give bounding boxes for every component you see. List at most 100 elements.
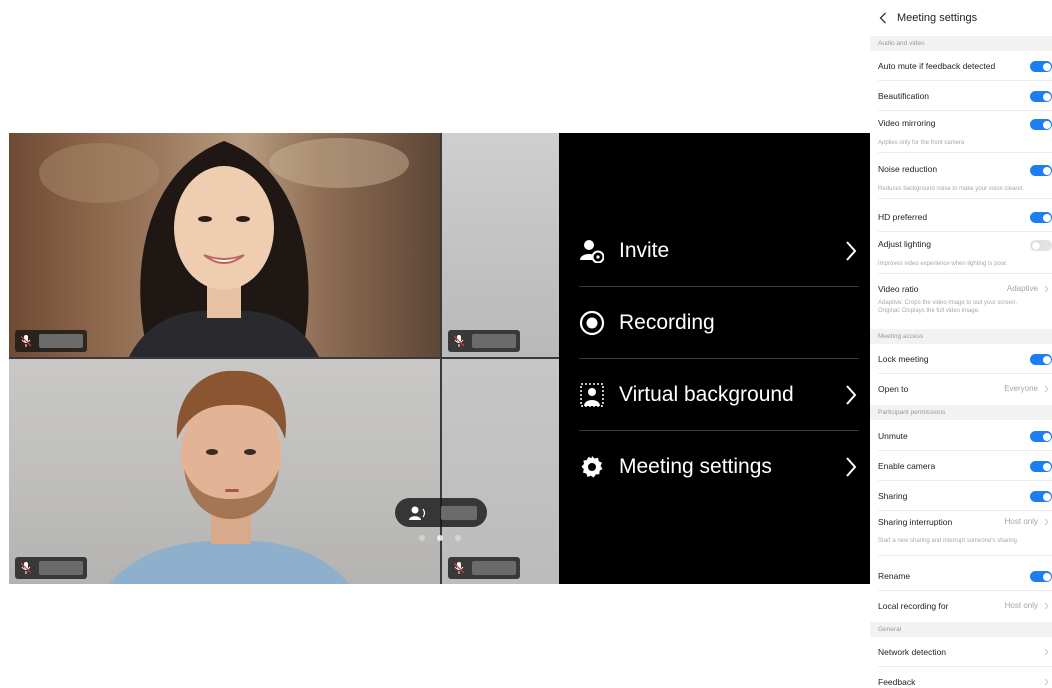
more-options-menu: Invite Recording Virtual background Meet… — [559, 133, 870, 584]
noise-reduction-toggle[interactable] — [1030, 165, 1052, 176]
video-mirroring-toggle[interactable] — [1030, 119, 1052, 130]
menu-item-label: Recording — [619, 310, 715, 334]
setting-description: Applies only for the front camera — [878, 140, 965, 146]
chevron-right-icon — [1044, 602, 1049, 610]
participant-photo — [39, 138, 409, 357]
chevron-right-icon — [1044, 648, 1049, 656]
menu-item-label: Invite — [619, 238, 670, 262]
setting-open-to[interactable]: Open to Everyone — [870, 374, 1052, 404]
speaker-name-redacted — [441, 505, 477, 520]
page-dot-active — [437, 535, 443, 541]
page-dot — [419, 535, 425, 541]
active-speaker-indicator — [395, 498, 487, 527]
page-title: Meeting settings — [897, 11, 978, 24]
participant-name-tag — [15, 557, 87, 579]
setting-sharing-interruption[interactable]: Sharing interruption Host only Start a n… — [870, 510, 1052, 556]
setting-value: Host only — [1004, 601, 1038, 610]
divider — [878, 152, 1052, 153]
divider — [878, 273, 1052, 274]
chevron-right-icon — [846, 384, 857, 405]
setting-sharing: Sharing — [870, 481, 1052, 511]
chevron-right-icon — [1044, 385, 1049, 393]
auto-mute-toggle[interactable] — [1030, 61, 1052, 72]
chevron-right-icon — [846, 457, 857, 477]
setting-auto-mute: Auto mute if feedback detected — [870, 51, 1052, 81]
setting-feedback[interactable]: Feedback — [870, 667, 1052, 688]
participant-name-tag — [448, 557, 520, 579]
setting-label: Auto mute if feedback detected — [878, 61, 996, 71]
setting-lock-meeting: Lock meeting — [870, 344, 1052, 374]
setting-local-recording[interactable]: Local recording for Host only — [870, 591, 1052, 621]
setting-label: Network detection — [878, 647, 947, 657]
setting-description: Improves video experience when lighting … — [878, 261, 1008, 267]
gear-icon — [579, 454, 605, 480]
mic-muted-icon — [454, 562, 464, 574]
participant-video-tile[interactable] — [442, 359, 559, 584]
chevron-right-icon — [1044, 518, 1049, 526]
setting-label: Enable camera — [878, 461, 936, 471]
setting-label: Feedback — [878, 677, 916, 687]
setting-hd-preferred: HD preferred — [870, 202, 1052, 232]
mic-muted-icon — [21, 335, 31, 347]
menu-item-meeting-settings[interactable]: Meeting settings — [579, 431, 859, 503]
mic-muted-icon — [21, 562, 31, 574]
setting-label: Beautification — [878, 91, 930, 101]
setting-rename: Rename — [870, 561, 1052, 591]
participant-video-tile[interactable] — [9, 359, 440, 584]
participant-name-tag — [15, 330, 87, 352]
section-header-general: General — [870, 622, 1052, 637]
enable-camera-toggle[interactable] — [1030, 461, 1052, 472]
hd-preferred-toggle[interactable] — [1030, 212, 1052, 223]
setting-label: Unmute — [878, 431, 908, 441]
setting-enable-camera: Enable camera — [870, 451, 1052, 481]
menu-item-label: Meeting settings — [619, 455, 772, 478]
setting-unmute: Unmute — [870, 421, 1052, 451]
setting-label: Video mirroring — [878, 118, 936, 128]
participant-video-tile[interactable] — [442, 133, 559, 357]
chevron-right-icon — [1044, 678, 1049, 686]
video-grid — [9, 133, 559, 584]
setting-description: Adaptive: Crops the video image to suit … — [878, 300, 1018, 306]
section-header-audio-video: Audio and video — [870, 36, 1052, 51]
divider — [878, 555, 1052, 556]
participant-video-tile[interactable] — [9, 133, 440, 357]
setting-label: Lock meeting — [878, 354, 929, 364]
setting-label: Video ratio — [878, 284, 919, 294]
menu-item-virtual-background[interactable]: Virtual background — [579, 359, 859, 431]
setting-value: Everyone — [1004, 384, 1038, 393]
speaker-icon — [409, 506, 426, 520]
setting-label: HD preferred — [878, 212, 928, 222]
section-header-participant-permissions: Participant permissions — [870, 405, 1052, 420]
setting-description: Start a new sharing and interrupt someon… — [878, 538, 1019, 544]
participant-name-redacted — [39, 334, 83, 348]
add-person-icon — [579, 238, 605, 264]
page-dot — [455, 535, 461, 541]
setting-label: Sharing — [878, 491, 908, 501]
setting-label: Local recording for — [878, 601, 949, 611]
beautification-toggle[interactable] — [1030, 91, 1052, 102]
sharing-toggle[interactable] — [1030, 491, 1052, 502]
menu-item-recording[interactable]: Recording — [579, 287, 859, 359]
setting-label: Adjust lighting — [878, 239, 931, 249]
participant-name-redacted — [39, 561, 83, 575]
setting-network-detection[interactable]: Network detection — [870, 637, 1052, 667]
unmute-toggle[interactable] — [1030, 431, 1052, 442]
adjust-lighting-toggle[interactable] — [1030, 240, 1052, 251]
meeting-settings-panel: Meeting settings Audio and video Auto mu… — [870, 0, 1052, 688]
participant-name-redacted — [472, 561, 516, 575]
setting-noise-reduction: Noise reduction Reduces background noise… — [870, 157, 1052, 199]
setting-value: Host only — [1004, 517, 1038, 526]
page-indicator — [419, 535, 461, 541]
setting-beautification: Beautification — [870, 81, 1052, 111]
setting-value: Adaptive — [1006, 284, 1038, 293]
divider — [878, 198, 1052, 199]
lock-meeting-toggle[interactable] — [1030, 354, 1052, 365]
back-arrow-icon[interactable] — [879, 12, 887, 24]
rename-toggle[interactable] — [1030, 571, 1052, 582]
menu-item-label: Virtual background — [619, 382, 794, 406]
setting-label: Rename — [878, 571, 911, 581]
menu-item-invite[interactable]: Invite — [579, 215, 859, 287]
participant-name-redacted — [472, 334, 516, 348]
setting-description: Reduces background noise to make your vo… — [878, 186, 1025, 192]
setting-video-ratio[interactable]: Video ratio Adaptive Adaptive: Crops the… — [870, 277, 1052, 328]
